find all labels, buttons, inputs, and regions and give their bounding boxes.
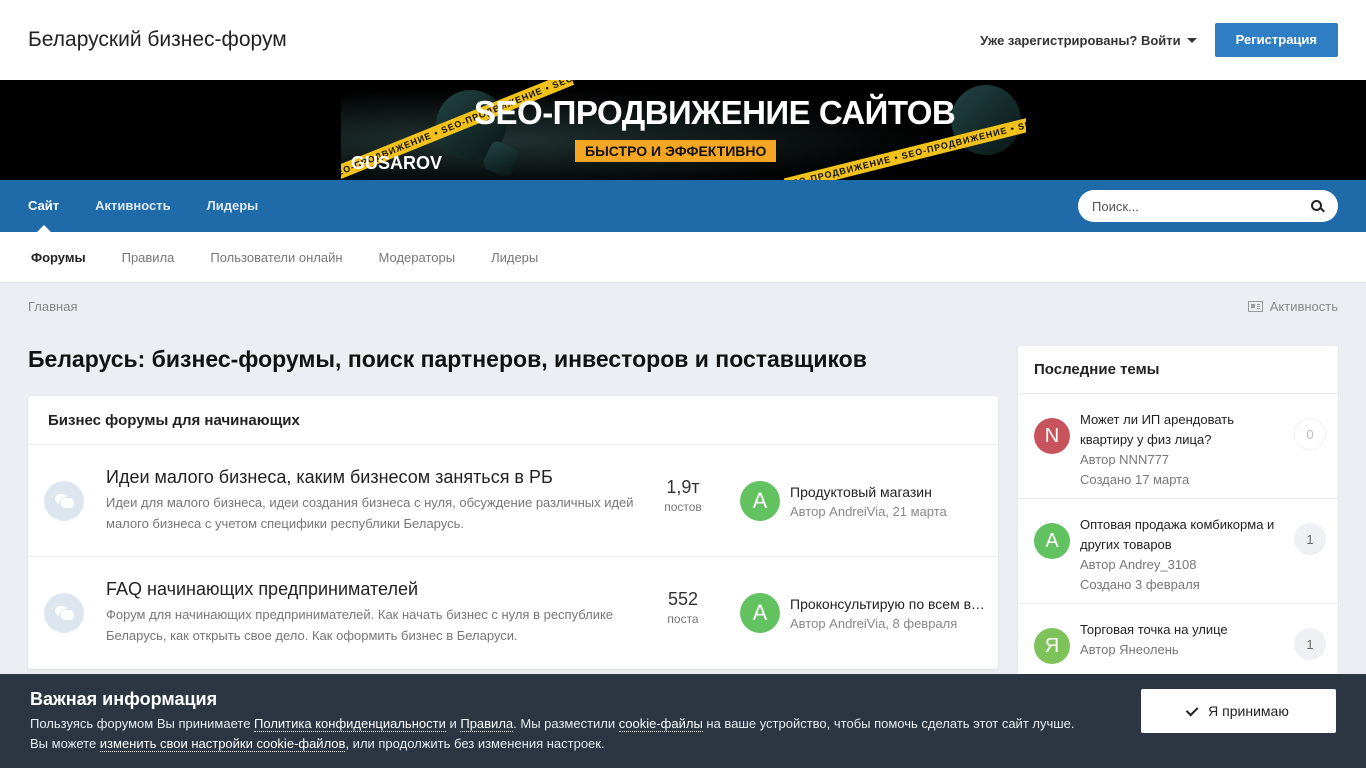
search-icon[interactable] <box>1311 199 1324 213</box>
topic-item: A Оптовая продажа комбикорма и других то… <box>1018 499 1338 604</box>
subnav-item-forums[interactable]: Форумы <box>31 250 86 265</box>
avatar[interactable]: A <box>740 593 780 633</box>
banner-brand: GUSAROV <box>351 153 443 173</box>
last-post: A Продуктовый магазин Автор AndreiVia, 2… <box>740 481 947 521</box>
forum-description: Форум для начинающих предпринимателей. К… <box>106 607 614 643</box>
rules-link[interactable]: Правила <box>460 716 514 732</box>
topic-author: Автор Янеолень <box>1080 642 1179 657</box>
avatar[interactable]: Я <box>1034 628 1070 664</box>
breadcrumb-home[interactable]: Главная <box>28 299 77 314</box>
site-header: Беларуский бизнес-форум Уже зарегистриро… <box>0 0 1366 80</box>
cookie-banner: Важная информация Пользуясь форумом Вы п… <box>0 674 1366 768</box>
topic-author: Автор Andrey_3108 <box>1080 557 1197 572</box>
secondary-nav: Форумы Правила Пользователи онлайн Модер… <box>0 232 1366 283</box>
nav-item-leaders[interactable]: Лидеры <box>207 180 259 232</box>
register-button[interactable]: Регистрация <box>1214 23 1338 57</box>
header-actions: Уже зарегистрированы? Войти Регистрация <box>980 23 1338 57</box>
avatar[interactable]: A <box>740 481 780 521</box>
forum-stats: 552 поста <box>648 589 718 626</box>
forum-category: Бизнес форумы для начинающих Идеи малого… <box>28 396 998 669</box>
page-title: Беларусь: бизнес-форумы, поиск партнеров… <box>28 346 867 372</box>
last-post-meta: Автор AndreiVia, 21 марта <box>790 503 947 519</box>
banner-subtitle: БЫСТРО И ЭФФЕКТИВНО <box>575 140 777 162</box>
activity-label: Активность <box>1269 298 1338 314</box>
main-content: Беларусь: бизнес-форумы, поиск партнеров… <box>28 346 998 669</box>
post-count: 552 <box>667 589 699 609</box>
cookies-link[interactable]: cookie-файлы <box>618 716 703 732</box>
cookie-text: Вы можете <box>30 736 100 751</box>
subnav-item-online-users[interactable]: Пользователи онлайн <box>210 250 342 265</box>
widget-title: Последние темы <box>1018 346 1338 394</box>
category-title[interactable]: Бизнес форумы для начинающих <box>28 396 998 445</box>
privacy-policy-link[interactable]: Политика конфиденциальности <box>254 716 446 732</box>
avatar[interactable]: N <box>1034 418 1070 454</box>
breadcrumb: Главная Активность <box>0 283 1366 329</box>
forum-info: FAQ начинающих предпринимателей Форум дл… <box>106 579 646 646</box>
ad-banner-image[interactable]: SEO-ПРОДВИЖЕНИЕ • SEO-ПРОДВИЖЕНИЕ • SEO-… <box>341 80 1026 180</box>
topic-date: Создано 17 марта <box>1080 472 1190 487</box>
search-input[interactable] <box>1092 198 1292 214</box>
last-post-title[interactable]: Продуктовый магазин <box>790 484 947 500</box>
cookie-text-line-2: Вы можете изменить свои настройки cookie… <box>30 734 1336 754</box>
reply-count-badge: 0 <box>1294 418 1326 450</box>
topic-author: Автор NNN777 <box>1080 452 1170 467</box>
accept-cookies-button[interactable]: Я принимаю <box>1141 689 1336 733</box>
post-count: 1,9т <box>666 477 700 497</box>
subnav-item-moderators[interactable]: Модераторы <box>379 250 456 265</box>
topic-title[interactable]: Оптовая продажа комбикорма и других това… <box>1080 515 1290 555</box>
topic-title[interactable]: Торговая точка на улице <box>1080 620 1290 640</box>
chevron-down-icon <box>1186 37 1197 43</box>
nav-item-activity[interactable]: Активность <box>95 180 170 232</box>
check-icon <box>1185 703 1199 716</box>
forum-info: Идеи малого бизнеса, каким бизнесом заня… <box>106 467 646 534</box>
ad-banner: SEO-ПРОДВИЖЕНИЕ • SEO-ПРОДВИЖЕНИЕ • SEO-… <box>0 80 1366 180</box>
cookie-text: Пользуясь форумом Вы принимаете <box>30 716 255 731</box>
primary-nav: Сайт Активность Лидеры <box>0 180 1366 232</box>
forum-stats: 1,9т постов <box>648 477 718 514</box>
subnav-item-leaders[interactable]: Лидеры <box>491 250 538 265</box>
avatar[interactable]: A <box>1034 523 1070 559</box>
topic-title[interactable]: Может ли ИП арендовать квартиру у физ ли… <box>1080 410 1290 450</box>
reply-count-badge: 1 <box>1294 628 1326 660</box>
activity-link[interactable]: Активность <box>1247 298 1338 314</box>
banner-title: SEO-ПРОДВИЖЕНИЕ САЙТОВ <box>474 94 956 131</box>
cookie-text: на ваше устройство, чтобы помочь сделать… <box>702 716 1075 731</box>
cookie-settings-link[interactable]: изменить свои настройки cookie-файлов <box>99 736 346 752</box>
search-box <box>1078 190 1338 222</box>
last-post-meta: Автор AndreiVia, 8 февраля <box>790 615 958 631</box>
post-count-label: постов <box>664 500 702 514</box>
cookie-text: , или продолжить без изменения настроек. <box>345 736 605 751</box>
chat-bubbles-icon <box>44 480 84 521</box>
topic-date: Создано 3 февраля <box>1080 577 1200 592</box>
cookie-text: и <box>445 716 461 731</box>
nav-item-site[interactable]: Сайт <box>28 180 59 232</box>
forum-row: Идеи малого бизнеса, каким бизнесом заня… <box>28 445 998 557</box>
last-post-title[interactable]: Проконсультирую по всем вопросам <box>790 596 985 612</box>
chat-bubbles-icon <box>44 593 84 633</box>
subnav-item-rules[interactable]: Правила <box>122 250 175 265</box>
forum-row: FAQ начинающих предпринимателей Форум дл… <box>28 557 998 669</box>
topic-item: N Может ли ИП арендовать квартиру у физ … <box>1018 394 1338 499</box>
recent-topics-widget: Последние темы N Может ли ИП арендовать … <box>1018 346 1338 709</box>
cookie-text: . Мы разместили <box>513 716 619 731</box>
signin-label: Уже зарегистрированы? Войти <box>980 32 1181 48</box>
site-title[interactable]: Беларуский бизнес-форум <box>28 28 287 52</box>
forum-title[interactable]: FAQ начинающих предпринимателей <box>106 579 646 600</box>
signin-link[interactable]: Уже зарегистрированы? Войти <box>980 33 1197 48</box>
last-post: A Проконсультирую по всем вопросам Автор… <box>740 593 985 633</box>
post-count-label: поста <box>667 612 699 626</box>
reply-count-badge: 1 <box>1294 523 1326 555</box>
forum-description: Идеи для малого бизнеса, идеи создания б… <box>106 495 634 531</box>
forum-title[interactable]: Идеи малого бизнеса, каким бизнесом заня… <box>106 467 646 488</box>
newspaper-icon <box>1247 300 1263 312</box>
accept-label: Я принимаю <box>1208 703 1289 719</box>
